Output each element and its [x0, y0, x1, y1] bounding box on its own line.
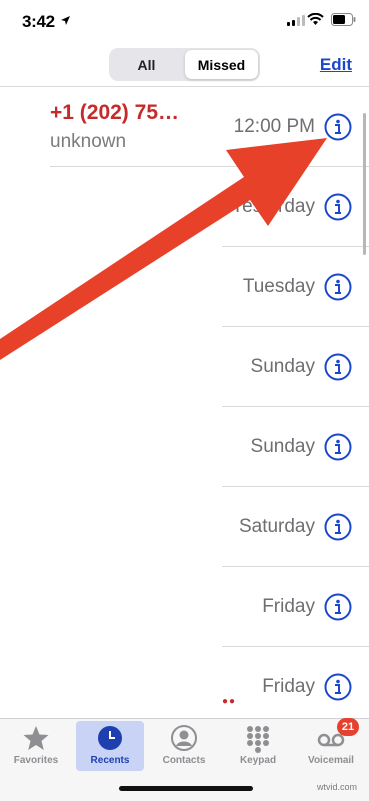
- battery-icon: [331, 13, 356, 26]
- info-icon[interactable]: [324, 353, 352, 381]
- call-time: Friday: [262, 676, 315, 697]
- call-row[interactable]: Sunday: [0, 327, 369, 407]
- call-row[interactable]: Saturday: [0, 487, 369, 567]
- info-icon[interactable]: [324, 113, 352, 141]
- tab-favorites-label: Favorites: [13, 755, 59, 766]
- filter-missed-segment[interactable]: Missed: [185, 50, 258, 79]
- star-icon: [23, 726, 49, 750]
- tab-contacts[interactable]: Contacts: [152, 721, 216, 771]
- call-time: 12:00 PM: [233, 116, 315, 137]
- info-icon[interactable]: [324, 433, 352, 461]
- call-row[interactable]: ●● Friday: [0, 647, 369, 727]
- info-icon[interactable]: [324, 193, 352, 221]
- wifi-icon: [307, 13, 324, 25]
- call-row[interactable]: Tuesday: [0, 247, 369, 327]
- missed-indicator-dots: ●●: [222, 696, 237, 707]
- home-indicator[interactable]: [119, 786, 253, 791]
- info-icon[interactable]: [324, 273, 352, 301]
- info-icon[interactable]: [324, 593, 352, 621]
- call-time: Saturday: [238, 516, 315, 537]
- tab-voicemail[interactable]: 21 Voicemail: [299, 718, 363, 771]
- tab-contacts-label: Contacts: [162, 755, 206, 766]
- call-time: Friday: [262, 596, 315, 617]
- call-time: Tuesday: [242, 276, 315, 297]
- call-row[interactable]: Friday: [0, 567, 369, 647]
- tab-favorites[interactable]: Favorites: [4, 721, 68, 771]
- scroll-indicator[interactable]: [363, 113, 366, 255]
- call-time: Sunday: [250, 356, 315, 377]
- tab-voicemail-label: Voicemail: [308, 755, 354, 766]
- keypad-icon: [247, 726, 269, 753]
- tab-keypad-label: Keypad: [239, 755, 277, 766]
- person-circle-icon: [171, 725, 197, 751]
- voicemail-badge: 21: [337, 718, 359, 736]
- clock-icon: [98, 726, 122, 750]
- tab-recents-label: Recents: [90, 755, 130, 766]
- caller-name: +1 (202) 75…: [50, 101, 179, 124]
- status-time: 3:42: [22, 12, 55, 31]
- watermark: wtvid.com: [316, 782, 357, 792]
- call-time: Yesterday: [231, 196, 315, 217]
- call-row[interactable]: Sunday: [0, 407, 369, 487]
- caller-label: unknown: [50, 131, 127, 152]
- status-bar: 3:42: [0, 0, 369, 44]
- call-time: Sunday: [250, 436, 315, 457]
- call-row[interactable]: +1 (202) 75… unknown 12:00 PM: [0, 87, 369, 167]
- call-row[interactable]: Yesterday: [0, 167, 369, 247]
- tab-keypad[interactable]: Keypad: [226, 721, 290, 771]
- tab-recents[interactable]: Recents: [76, 721, 144, 771]
- cellular-signal-icon: [287, 15, 305, 26]
- location-arrow-icon: [61, 16, 70, 25]
- recents-filter-control: All Missed: [109, 48, 260, 81]
- info-icon[interactable]: [324, 513, 352, 541]
- info-icon[interactable]: [324, 673, 352, 701]
- edit-button[interactable]: Edit: [320, 55, 352, 75]
- filter-all-segment[interactable]: All: [111, 50, 182, 79]
